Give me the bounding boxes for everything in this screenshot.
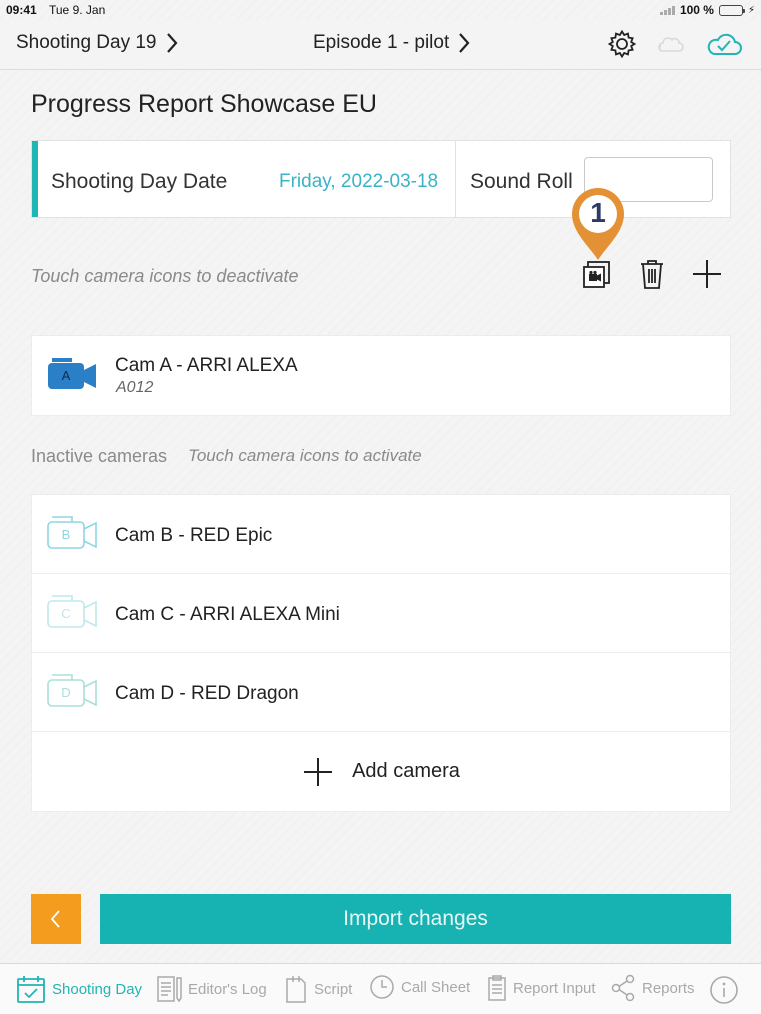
tab-call-sheet[interactable]: Call Sheet — [369, 974, 470, 1000]
battery-icon — [718, 4, 745, 16]
camera-letter: A — [61, 368, 71, 383]
cloud-sync-disabled-icon[interactable] — [655, 31, 687, 62]
back-button[interactable] — [31, 894, 81, 944]
camera-letter: D — [61, 685, 71, 700]
tab-label: Shooting Day — [52, 980, 143, 998]
card-accent-bar — [32, 141, 38, 217]
nav-bar: Shooting Day 19 Episode 1 - pilot — [0, 20, 761, 70]
status-indicators: 100 % ⚡ — [659, 3, 755, 17]
inactive-cameras-title: Inactive cameras — [31, 446, 168, 466]
tab-script[interactable]: Script — [284, 974, 352, 1004]
tab-label: Call Sheet — [401, 978, 471, 996]
camera-active-icon[interactable]: A — [46, 356, 100, 392]
status-bar: 09:41 Tue 9. Jan 100 % ⚡ — [0, 0, 761, 20]
shooting-day-selector[interactable]: Shooting Day 19 — [16, 32, 179, 54]
copy-cameras-icon[interactable] — [581, 258, 613, 295]
list-item[interactable]: D Cam D - RED Dragon — [32, 653, 730, 732]
callout-marker-number: 1 — [590, 197, 606, 228]
chevron-left-icon — [50, 910, 60, 928]
camera-name: Cam A - ARRI ALEXA — [115, 355, 298, 376]
sound-roll-label: Sound Roll — [470, 170, 573, 193]
editors-log-icon — [157, 976, 182, 1003]
cloud-check-icon[interactable] — [705, 30, 743, 63]
clock-icon — [370, 975, 394, 999]
camera-letter: C — [61, 606, 71, 621]
camera-letter: B — [61, 527, 71, 542]
trash-icon[interactable] — [639, 258, 665, 295]
tab-bar: Shooting Day Editor's Log Script Call Sh… — [0, 963, 761, 1014]
shooting-day-label: Shooting Day 19 — [16, 32, 157, 53]
activate-hint: Touch camera icons to activate — [188, 446, 422, 465]
camera-name: Cam D - RED Dragon — [115, 683, 299, 704]
tab-label: Editor's Log — [188, 980, 267, 998]
camera-inactive-icon[interactable]: C — [46, 594, 100, 630]
share-icon — [611, 974, 635, 1002]
tab-label: Script — [314, 980, 353, 998]
chevron-right-icon — [459, 33, 470, 53]
list-item[interactable]: B Cam B - RED Epic — [32, 495, 730, 574]
tab-report-input[interactable]: Report Input — [487, 974, 596, 1002]
add-camera-button[interactable]: Add camera — [32, 732, 730, 811]
gear-icon[interactable] — [607, 29, 637, 64]
signal-icon — [659, 5, 675, 15]
tab-shooting-day[interactable]: Shooting Day — [16, 974, 142, 1004]
status-time: 09:41 — [6, 3, 37, 17]
charging-icon: ⚡ — [747, 4, 755, 16]
card-divider — [455, 141, 456, 217]
import-changes-button[interactable]: Import changes — [100, 894, 731, 944]
shooting-day-date-value[interactable]: Friday, 2022-03-18 — [279, 171, 438, 193]
import-changes-label: Import changes — [343, 907, 488, 930]
inactive-cameras-list: B Cam B - RED Epic C Cam C - ARRI ALEXA … — [31, 494, 731, 812]
script-icon — [286, 976, 306, 1003]
callout-marker: 1 — [569, 186, 627, 262]
tab-label: Reports — [642, 979, 695, 997]
info-button[interactable] — [709, 975, 739, 1005]
deactivate-hint: Touch camera icons to deactivate — [31, 266, 299, 286]
active-cameras-list: A Cam A - ARRI ALEXA A012 — [31, 335, 731, 416]
list-item[interactable]: A Cam A - ARRI ALEXA A012 — [32, 336, 730, 415]
info-icon — [710, 976, 738, 1004]
episode-label: Episode 1 - pilot — [313, 32, 450, 53]
chevron-right-icon — [166, 33, 177, 53]
clipboard-icon — [488, 975, 506, 1001]
camera-inactive-icon[interactable]: B — [46, 515, 100, 551]
shooting-day-date-label: Shooting Day Date — [51, 170, 228, 193]
episode-selector[interactable]: Episode 1 - pilot — [313, 32, 471, 54]
page-title: Progress Report Showcase EU — [31, 90, 377, 118]
camera-toolbar — [581, 258, 723, 295]
nav-icons — [607, 29, 743, 64]
status-date: Tue 9. Jan — [49, 3, 106, 17]
list-item[interactable]: C Cam C - ARRI ALEXA Mini — [32, 574, 730, 653]
tab-editors-log[interactable]: Editor's Log — [156, 974, 267, 1004]
camera-name: Cam B - RED Epic — [115, 525, 273, 546]
tab-reports[interactable]: Reports — [610, 974, 695, 1002]
battery-percent: 100 % — [679, 3, 714, 17]
camera-name: Cam C - ARRI ALEXA Mini — [115, 604, 340, 625]
calendar-check-icon — [17, 976, 45, 1003]
camera-inactive-icon[interactable]: D — [46, 673, 100, 709]
add-camera-label: Add camera — [352, 760, 460, 782]
camera-roll: A012 — [116, 379, 154, 396]
add-icon[interactable] — [691, 258, 723, 295]
tab-label: Report Input — [513, 979, 596, 997]
plus-icon — [304, 757, 333, 786]
